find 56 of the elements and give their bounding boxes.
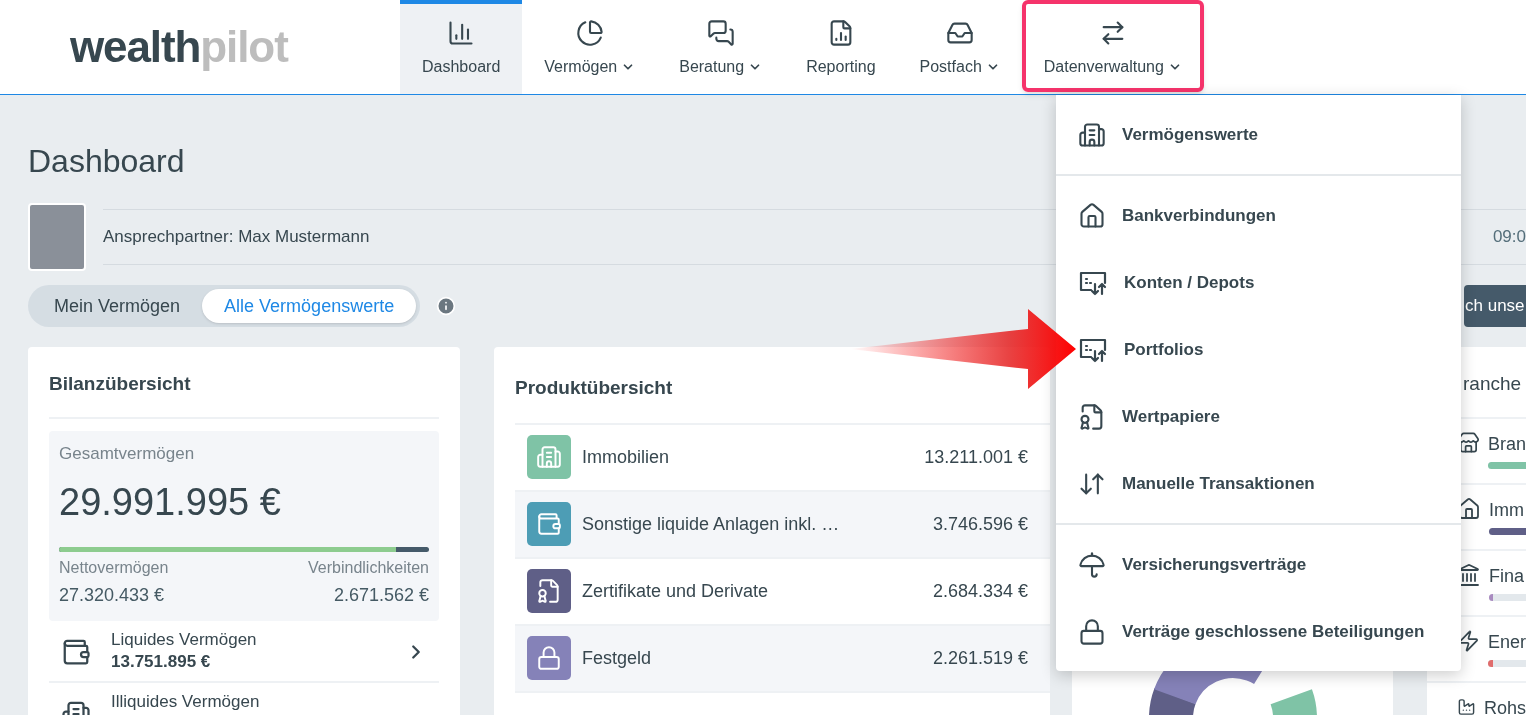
avatar-photo-placeholder bbox=[28, 203, 86, 271]
category-label: Illiquides Vermögen bbox=[111, 691, 260, 713]
house-icon bbox=[1078, 201, 1106, 230]
nav-tab[interactable]: Dashboard bbox=[400, 0, 523, 94]
total-amount: 29.991.995 € bbox=[59, 480, 282, 525]
category-row[interactable]: Liquides Vermögen 13.751.895 € bbox=[49, 621, 439, 683]
time-text: 09:0 bbox=[1492, 226, 1526, 249]
toggle-option[interactable]: Alle Vermögenswerte bbox=[202, 289, 417, 323]
product-name: Sonstige liquide Anlagen inkl. … bbox=[582, 512, 840, 536]
building-icon bbox=[536, 444, 562, 470]
umbrella-icon bbox=[1078, 550, 1106, 579]
total-label: Gesamtvermögen bbox=[59, 442, 196, 465]
wallet-icon bbox=[61, 637, 91, 667]
product-row[interactable]: Sonstige liquide Anlagen inkl. … 3.746.596 € bbox=[515, 491, 1050, 559]
liabilities-label: Verbindlichkeiten bbox=[308, 558, 429, 578]
product-name: Festgeld bbox=[582, 646, 652, 670]
lock-icon bbox=[536, 645, 562, 671]
menu-item[interactable]: Vermögenswerte bbox=[1056, 101, 1461, 168]
card-title: Bilanzübersicht bbox=[49, 370, 439, 419]
cta-button[interactable]: ch unse bbox=[1464, 285, 1526, 327]
info-icon[interactable] bbox=[436, 296, 457, 316]
logo[interactable]: wealthpilot bbox=[0, 0, 400, 94]
wallet-icon bbox=[536, 511, 562, 537]
page-title: Dashboard bbox=[28, 142, 185, 181]
menu-item[interactable]: Versicherungsverträge bbox=[1056, 531, 1461, 598]
pie-chart-icon bbox=[575, 19, 604, 47]
net-label: Nettovermögen bbox=[59, 558, 169, 578]
category-row[interactable]: Illiquides Vermögen bbox=[49, 683, 439, 715]
lock-icon bbox=[1078, 617, 1106, 646]
document-badge-icon bbox=[536, 578, 562, 604]
bar-chart-icon bbox=[447, 19, 476, 47]
product-amount: 3.746.596 € bbox=[932, 512, 1029, 536]
product-row[interactable]: Festgeld 2.261.519 € bbox=[515, 625, 1050, 693]
menu-item[interactable]: Bankverbindungen bbox=[1056, 182, 1461, 249]
nav-tab[interactable]: Datenverwaltung bbox=[1021, 0, 1204, 94]
category-label: Liquides Vermögen bbox=[111, 629, 257, 651]
product-name: Zertifikate und Derivate bbox=[582, 579, 769, 603]
building-icon bbox=[1078, 120, 1106, 149]
sector-name: Rohs bbox=[1483, 696, 1526, 715]
product-name: Immobilien bbox=[582, 445, 670, 469]
menu-item[interactable]: Konten / Depots bbox=[1056, 249, 1461, 316]
sector-name: Ener bbox=[1487, 630, 1526, 654]
toggle-option[interactable]: Mein Vermögen bbox=[32, 289, 203, 323]
chat-bubbles-icon bbox=[706, 19, 735, 47]
sector-name: Imm bbox=[1489, 498, 1524, 522]
liabilities-amount: 2.671.562 € bbox=[333, 584, 429, 607]
product-amount: 2.261.519 € bbox=[932, 646, 1029, 670]
menu-item[interactable]: Manuelle Transaktionen bbox=[1056, 450, 1461, 517]
net-amount: 27.320.433 € bbox=[59, 584, 165, 607]
sector-name: Bran bbox=[1487, 432, 1526, 456]
sector-name: Fina bbox=[1489, 564, 1524, 588]
menu-item[interactable]: Verträge geschlossene Beteiligungen bbox=[1056, 598, 1461, 665]
contact-text: Ansprechpartner: Max Mustermann bbox=[103, 226, 370, 249]
product-amount: 2.684.334 € bbox=[932, 579, 1029, 603]
category-amount: 13.751.895 € bbox=[111, 651, 211, 673]
product-amount: 13.211.001 € bbox=[924, 445, 1029, 469]
